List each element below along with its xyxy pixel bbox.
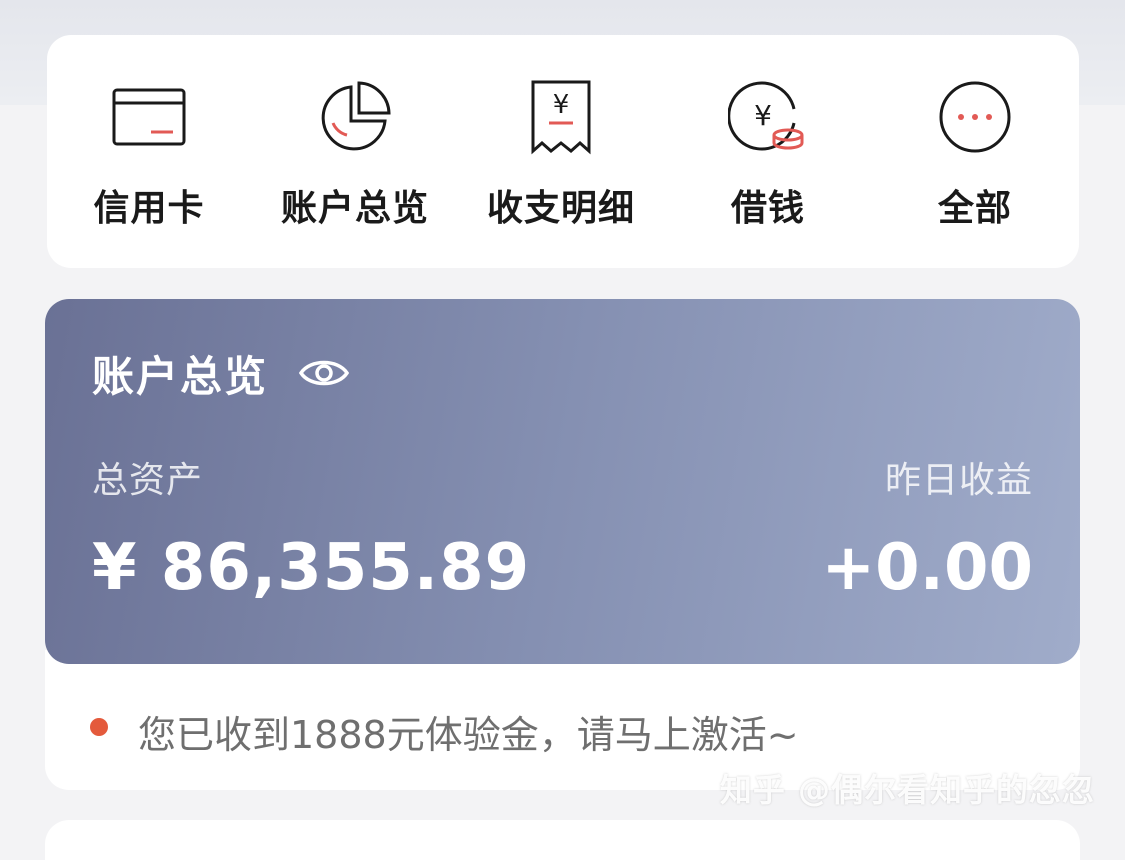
overview-title: 账户总览 [92, 351, 269, 401]
overview-title-row: 账户总览 [92, 347, 350, 401]
svg-text:¥: ¥ [553, 90, 570, 120]
quick-action-account-overview[interactable]: 账户总览 [265, 35, 445, 268]
total-assets-value: ¥ 86,355.89 [92, 531, 531, 605]
quick-action-label: 收支明细 [486, 188, 635, 229]
watermark: 知乎 @偶尔看知乎的忽忽 [719, 771, 1095, 809]
pie-chart-icon [313, 75, 397, 159]
total-assets-label: 总资产 [92, 460, 204, 501]
quick-action-label: 全部 [937, 188, 1012, 229]
credit-card-icon [107, 75, 191, 159]
quick-actions-card: 信用卡 账户总览 ¥ 收支明细 ¥ 借钱 全部 [47, 35, 1079, 268]
quick-action-transactions[interactable]: ¥ 收支明细 [471, 35, 651, 268]
quick-action-borrow[interactable]: ¥ 借钱 [678, 35, 858, 268]
more-icon [933, 75, 1017, 159]
next-card-edge [45, 820, 1080, 860]
receipt-icon: ¥ [519, 75, 603, 159]
eye-icon[interactable] [298, 353, 350, 393]
yesterday-earnings-label: 昨日收益 [884, 460, 1033, 501]
account-overview-card[interactable]: 账户总览 总资产 昨日收益 ¥ 86,355.89 +0.00 [45, 299, 1080, 664]
notice-text[interactable]: 您已收到1888元体验金，请马上激活~ [138, 704, 799, 759]
quick-action-label: 信用卡 [93, 188, 205, 229]
svg-text:¥: ¥ [754, 99, 772, 132]
quick-action-label: 账户总览 [280, 188, 429, 229]
yuan-coins-icon: ¥ [726, 75, 810, 159]
notice-dot-icon [90, 718, 108, 736]
quick-action-label: 借钱 [730, 188, 805, 229]
yesterday-earnings-value: +0.00 [821, 531, 1033, 605]
quick-action-credit-card[interactable]: 信用卡 [59, 35, 239, 268]
quick-action-all[interactable]: 全部 [885, 35, 1065, 268]
